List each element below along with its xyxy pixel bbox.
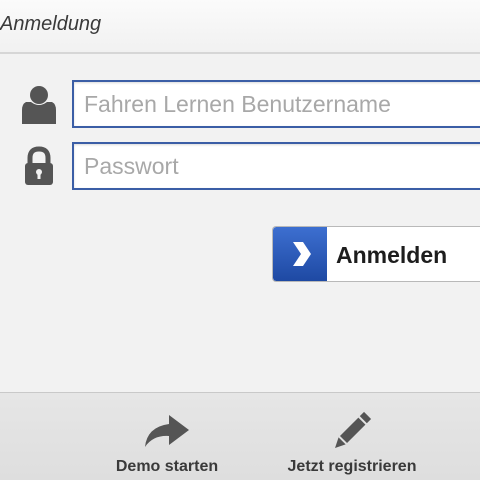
login-button-label: Anmelden [336,242,448,268]
register-label: Jetzt registrieren [287,458,417,475]
pencil-icon [326,411,378,451]
page-title: Anmeldung [0,13,102,35]
password-row [0,142,480,190]
user-icon [22,84,56,124]
start-demo-button[interactable]: Demo starten [96,393,238,480]
username-row [0,80,480,128]
password-field[interactable] [72,142,480,190]
start-demo-label: Demo starten [115,458,219,475]
register-button[interactable]: Jetzt registrieren [270,393,434,480]
username-field[interactable] [72,80,480,128]
footer-toolbar: Demo starten Jetzt registrieren [0,392,480,480]
header-bar: Anmeldung [0,0,480,54]
lock-icon [22,146,56,186]
chevron-right-icon [273,227,327,281]
login-screen: Anmeldung Anmelden [0,0,480,480]
login-button[interactable]: Anmelden [272,226,480,282]
share-arrow-icon [141,411,193,451]
